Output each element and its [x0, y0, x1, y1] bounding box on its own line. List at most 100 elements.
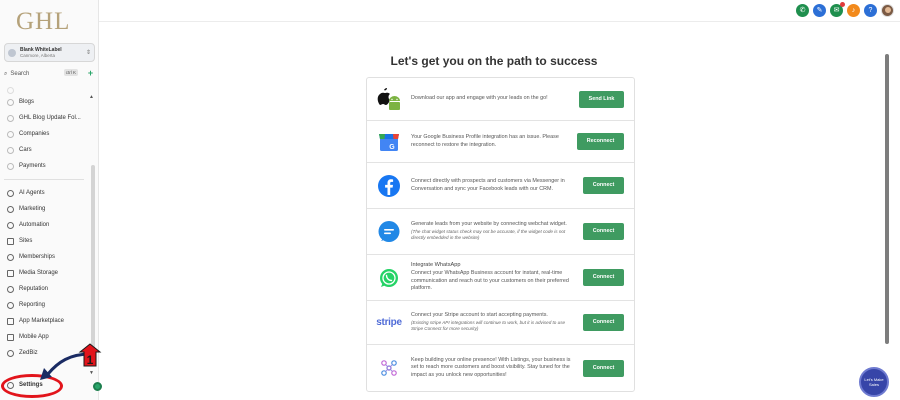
sidebar-item-marketing[interactable]: Marketing — [0, 201, 88, 217]
megaphone-icon-glyph: ✎ — [816, 7, 823, 14]
stripe-logo: stripe — [373, 309, 405, 337]
card-description-block: Integrate WhatsApp Connect your WhatsApp… — [411, 262, 583, 292]
sidebar-scrollbar[interactable] — [91, 165, 95, 360]
star-icon — [7, 285, 14, 293]
bell-icon[interactable]: ♪ — [847, 4, 860, 17]
phone-icon-glyph: ✆ — [799, 7, 806, 14]
sidebar-item-blogs[interactable]: Blogs — [0, 94, 88, 110]
connect-webchat-button[interactable]: Connect — [583, 223, 624, 240]
chat-widget-icon — [373, 218, 405, 246]
sidebar-item-reputation[interactable]: Reputation — [0, 281, 88, 297]
folder-icon — [7, 114, 14, 122]
memberships-icon — [7, 253, 14, 261]
app-root: GHL Blank WhiteLabel Canmore, Alberta ⇕ … — [0, 0, 900, 400]
connect-whatsapp-button[interactable]: Connect — [583, 269, 624, 286]
listings-network-icon — [373, 354, 405, 382]
integration-card-listings: Keep building your online presence! With… — [367, 345, 634, 391]
card-description: Connect your WhatsApp Business account f… — [411, 269, 569, 292]
integrations-card-list: Download our app and engage with your le… — [366, 77, 635, 392]
card-note: (Existing stripe API integrations will c… — [411, 319, 566, 332]
card-description: Your Google Business Profile integration… — [411, 133, 559, 148]
card-description: Download our app and engage with your le… — [411, 95, 548, 102]
send-icon — [7, 205, 14, 213]
quick-add-icon[interactable]: + — [86, 69, 95, 78]
sidebar-item-label: AI Agents — [19, 190, 45, 196]
main-scrollbar[interactable] — [885, 54, 889, 344]
sidebar-item-companies[interactable]: Companies — [0, 126, 88, 142]
sidebar-item-reporting[interactable]: Reporting — [0, 297, 88, 313]
image-icon — [7, 269, 14, 277]
card-note: (The chat widget status check may not be… — [411, 228, 566, 241]
sidebar-item-payments[interactable]: Payments — [0, 158, 88, 174]
megaphone-icon[interactable]: ✎ — [813, 4, 826, 17]
companies-icon — [7, 130, 14, 138]
integration-card-mobile-app: Download our app and engage with your le… — [367, 78, 634, 121]
blog-icon — [7, 98, 14, 106]
main-content: Let's get you on the path to success Dow… — [99, 22, 889, 400]
automation-icon — [7, 221, 14, 229]
sidebar-item-label: GHL Blog Update Fol... — [19, 115, 81, 121]
search-icon: ⌕ — [4, 70, 8, 77]
sidebar-item-ghl-blog[interactable]: GHL Blog Update Fol... — [0, 110, 88, 126]
chat-widget-label: Let's Make Sales — [864, 377, 884, 387]
sidebar-item-label: Automation — [19, 222, 50, 228]
notification-badge — [840, 2, 845, 7]
nav-icon — [7, 86, 14, 94]
sidebar-item-label: Memberships — [19, 254, 56, 260]
account-avatar — [8, 48, 16, 57]
sidebar-item-label: Blogs — [19, 99, 35, 105]
sidebar-item-cars[interactable]: Cars — [0, 142, 88, 158]
ai-agents-icon — [7, 189, 14, 197]
sidebar-item-media-storage[interactable]: Media Storage — [0, 265, 88, 281]
top-bar: ✆ ✎ ✉ ♪ ? — [99, 0, 900, 22]
svg-text:G: G — [389, 144, 395, 151]
sites-icon — [7, 237, 14, 245]
sidebar-item-opportunities[interactable] — [0, 86, 88, 94]
sidebar-nav: Blogs GHL Blog Update Fol... Companies C… — [0, 86, 88, 361]
integration-card-stripe: stripe Connect your Stripe account to st… — [367, 301, 634, 345]
user-avatar[interactable] — [881, 4, 894, 17]
zedbiz-icon — [7, 349, 14, 357]
connect-stripe-button[interactable]: Connect — [583, 314, 624, 331]
chat-widget-launcher[interactable]: Let's Make Sales — [859, 367, 889, 397]
card-description: Connect directly with prospects and cust… — [411, 177, 565, 192]
search-shortcut: ctrl K — [63, 69, 78, 76]
phone-icon[interactable]: ✆ — [796, 4, 809, 17]
integration-card-webchat: Generate leads from your website by conn… — [367, 209, 634, 255]
page-title: Let's get you on the path to success — [390, 54, 598, 68]
connect-listings-button[interactable]: Connect — [583, 359, 624, 377]
sidebar-item-label: Reporting — [19, 302, 46, 308]
bell-icon-glyph: ♪ — [851, 7, 856, 14]
card-description-block: Generate leads from your website by conn… — [411, 221, 583, 241]
sidebar-item-memberships[interactable]: Memberships — [0, 249, 88, 265]
search-input[interactable]: ⌕ Search ctrl K — [4, 68, 84, 80]
grid-icon — [7, 317, 14, 325]
stripe-logo-text: stripe — [376, 317, 402, 328]
integration-card-whatsapp: Integrate WhatsApp Connect your WhatsApp… — [367, 255, 634, 301]
brand-logo[interactable]: GHL — [16, 8, 70, 36]
google-business-icon: G — [373, 128, 405, 156]
sidebar-item-label: App Marketplace — [19, 318, 65, 324]
payments-icon — [7, 162, 14, 170]
swap-arrows-icon: ⇕ — [85, 50, 91, 56]
chart-icon — [7, 301, 14, 309]
sidebar-item-automation[interactable]: Automation — [0, 217, 88, 233]
card-description: Connect your Stripe account to start acc… — [411, 312, 548, 319]
help-icon[interactable]: ? — [864, 4, 877, 17]
search-label: Search — [10, 71, 30, 77]
sidebar-item-sites[interactable]: Sites — [0, 233, 88, 249]
apple-android-icon — [373, 85, 405, 113]
reconnect-button[interactable]: Reconnect — [577, 133, 624, 150]
sidebar-item-label: Media Storage — [19, 270, 59, 276]
account-location: Canmore, Alberta — [20, 52, 56, 58]
notifications-icon[interactable]: ✉ — [830, 2, 845, 17]
sidebar-item-app-marketplace[interactable]: App Marketplace — [0, 313, 88, 329]
account-switcher[interactable]: Blank WhiteLabel Canmore, Alberta ⇕ — [4, 43, 95, 62]
integration-card-google-business: G Your Google Business Profile integrati… — [367, 121, 634, 163]
sidebar-item-label: Sites — [19, 238, 33, 244]
scroll-up-icon[interactable]: ▲ — [89, 94, 94, 100]
sidebar-item-ai-agents[interactable]: AI Agents — [0, 185, 88, 201]
connect-facebook-button[interactable]: Connect — [583, 177, 624, 194]
send-link-button[interactable]: Send Link — [579, 90, 624, 108]
card-description: Keep building your online presence! With… — [411, 356, 571, 378]
